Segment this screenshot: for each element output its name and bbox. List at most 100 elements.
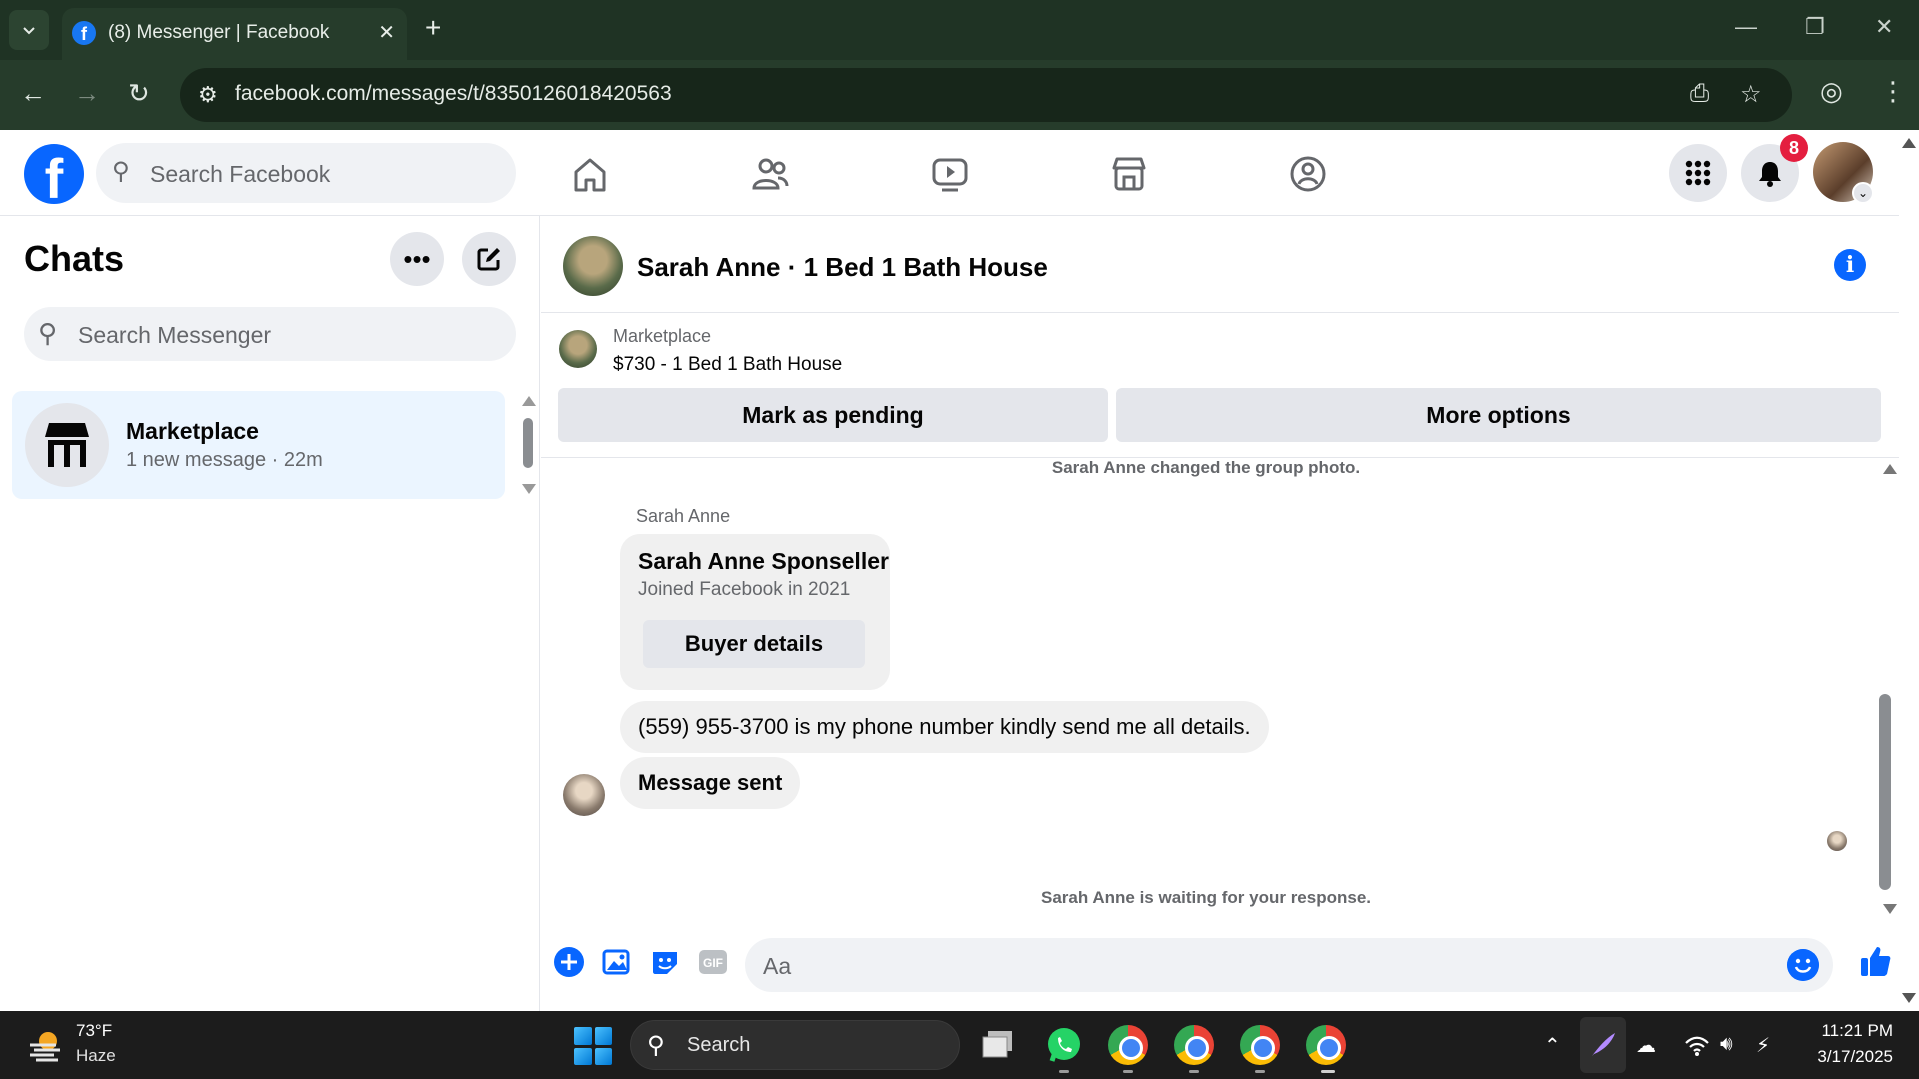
- chrome-running-indicator: [1255, 1070, 1265, 1073]
- windows-taskbar: 73°F Haze ⚲ Search ⌃ ☁ 🔊︎ ⚡︎ 11:21 PM 3/…: [0, 1011, 1919, 1079]
- listing-title[interactable]: $730 - 1 Bed 1 Bath House: [613, 354, 842, 376]
- chat-options-button[interactable]: •••: [390, 232, 444, 286]
- message-bubble[interactable]: (559) 955-3700 is my phone number kindly…: [620, 701, 1269, 753]
- buyer-details-button[interactable]: Buyer details: [643, 620, 865, 668]
- buyer-name: Sarah Anne Sponseller: [638, 548, 889, 574]
- install-app-icon[interactable]: ⎙: [1690, 80, 1709, 108]
- marketplace-store-icon: [45, 423, 89, 467]
- clock-time[interactable]: 11:21 PM: [1815, 1021, 1893, 1041]
- site-settings-icon[interactable]: ⚙: [198, 82, 218, 108]
- chrome-profile-icon[interactable]: [1306, 1025, 1346, 1065]
- page-scroll-down[interactable]: [1902, 993, 1916, 1003]
- messenger-search-placeholder: Search Messenger: [78, 322, 272, 348]
- volume-icon[interactable]: 🔊︎: [1720, 1033, 1733, 1056]
- messenger-search-input[interactable]: ⚲ Search Messenger: [24, 307, 516, 361]
- back-icon[interactable]: ←: [20, 78, 46, 109]
- taskbar-search-input[interactable]: ⚲ Search: [630, 1020, 960, 1070]
- search-icon: ⚲: [38, 318, 58, 348]
- thumbs-up-icon[interactable]: [1859, 944, 1893, 978]
- gif-icon[interactable]: GIF: [697, 946, 729, 978]
- task-view-icon[interactable]: [978, 1025, 1018, 1065]
- message-input-placeholder: Aa: [763, 953, 792, 979]
- more-options-button[interactable]: More options: [1116, 388, 1881, 442]
- taskbar-search-placeholder: Search: [687, 1034, 751, 1056]
- page-scroll-up[interactable]: [1902, 138, 1916, 148]
- haze-weather-icon[interactable]: [26, 1025, 66, 1065]
- browser-tab-bar: f (8) Messenger | Facebook ✕ + — ❐ ✕: [0, 0, 1919, 60]
- friends-icon[interactable]: [748, 152, 792, 196]
- chrome-profile-icon[interactable]: [1174, 1025, 1214, 1065]
- show-hidden-icons-icon[interactable]: ⌃: [1544, 1033, 1561, 1058]
- emoji-icon[interactable]: [1787, 949, 1819, 981]
- chat-list-item[interactable]: Marketplace 1 new message · 22m: [12, 391, 505, 499]
- facebook-search-input[interactable]: ⚲ Search Facebook: [96, 143, 516, 203]
- conversation-header: Sarah Anne · 1 Bed 1 Bath House i: [541, 216, 1899, 313]
- browser-tab[interactable]: f (8) Messenger | Facebook ✕: [62, 8, 407, 60]
- chat-list-scroll-up[interactable]: [522, 396, 536, 406]
- chat-list-scroll-down[interactable]: [522, 484, 536, 494]
- conversation-avatar[interactable]: [563, 236, 623, 296]
- forward-icon[interactable]: →: [74, 78, 100, 109]
- groups-icon[interactable]: [1286, 152, 1330, 196]
- buyer-profile-card: Sarah Anne Sponseller Joined Facebook in…: [620, 534, 890, 690]
- bookmark-star-icon[interactable]: ☆: [1740, 80, 1762, 109]
- listing-label: Marketplace: [613, 326, 712, 346]
- chat-name: Marketplace: [126, 418, 259, 444]
- restore-icon[interactable]: ❐: [1805, 14, 1825, 40]
- reload-icon[interactable]: ↻: [128, 78, 150, 109]
- chrome-running-indicator: [1189, 1070, 1199, 1073]
- chrome-menu-icon[interactable]: ⋮: [1880, 76, 1906, 107]
- conversation-title[interactable]: Sarah Anne · 1 Bed 1 Bath House: [637, 252, 1048, 283]
- chrome-profile-icon[interactable]: [1240, 1025, 1280, 1065]
- chrome-running-indicator: [1123, 1070, 1133, 1073]
- windows-start-icon[interactable]: [574, 1027, 612, 1065]
- marketplace-listing-banner: Marketplace $730 - 1 Bed 1 Bath House Ma…: [541, 314, 1899, 458]
- more-dots-icon: •••: [403, 243, 431, 274]
- thread-scroll-up[interactable]: [1883, 464, 1897, 474]
- weather-condition[interactable]: Haze: [76, 1046, 116, 1066]
- facebook-logo-icon[interactable]: f: [24, 144, 84, 204]
- info-icon[interactable]: i: [1834, 249, 1866, 281]
- chats-title: Chats: [24, 238, 125, 279]
- clock-date[interactable]: 3/17/2025: [1803, 1047, 1893, 1067]
- sender-avatar[interactable]: [563, 774, 605, 816]
- listing-thumbnail[interactable]: [559, 330, 597, 368]
- battery-icon[interactable]: ⚡︎: [1756, 1033, 1770, 1058]
- chat-preview: 1 new message · 22m: [126, 449, 323, 471]
- whatsapp-icon[interactable]: [1044, 1025, 1084, 1065]
- thread-scrollbar[interactable]: [1879, 694, 1891, 890]
- thread-scroll-down[interactable]: [1883, 904, 1897, 914]
- profile-icon[interactable]: ◎: [1820, 76, 1843, 107]
- close-tab-icon[interactable]: ✕: [378, 20, 395, 45]
- message-bubble[interactable]: Message sent: [620, 757, 801, 809]
- wifi-icon[interactable]: [1684, 1035, 1710, 1057]
- marketplace-icon[interactable]: [1107, 152, 1151, 196]
- address-bar[interactable]: ⚙ facebook.com/messages/t/83501260184205…: [180, 68, 1792, 122]
- pen-app-tray-button[interactable]: [1580, 1017, 1626, 1073]
- close-window-icon[interactable]: ✕: [1875, 14, 1893, 40]
- photo-icon[interactable]: [601, 946, 633, 978]
- url-text[interactable]: facebook.com/messages/t/8350126018420563: [235, 82, 672, 106]
- new-message-button[interactable]: [462, 232, 516, 286]
- menu-grid-button[interactable]: [1669, 144, 1727, 202]
- svg-text:GIF: GIF: [703, 956, 723, 970]
- system-message: Sarah Anne changed the group photo.: [1051, 458, 1361, 477]
- plus-circle-icon[interactable]: [553, 946, 585, 978]
- chat-list-scrollbar[interactable]: [523, 418, 533, 468]
- notification-badge: 8: [1780, 134, 1808, 162]
- chats-panel: Chats ••• ⚲ Search Messenger Marketplace…: [0, 216, 540, 1011]
- chrome-icon[interactable]: [1108, 1025, 1148, 1065]
- video-icon[interactable]: [928, 152, 972, 196]
- onedrive-cloud-icon[interactable]: ☁: [1636, 1033, 1656, 1058]
- weather-temperature[interactable]: 73°F: [76, 1021, 112, 1041]
- minimize-icon[interactable]: —: [1735, 14, 1757, 40]
- feather-pen-icon: [1592, 1033, 1615, 1056]
- whatsapp-running-indicator: [1059, 1070, 1069, 1073]
- message-input[interactable]: Aa: [745, 938, 1833, 992]
- home-icon[interactable]: [568, 152, 612, 196]
- mark-as-pending-button[interactable]: Mark as pending: [558, 388, 1108, 442]
- tab-search-button[interactable]: [9, 10, 49, 50]
- sticker-icon[interactable]: [649, 946, 681, 978]
- new-tab-button[interactable]: +: [425, 12, 441, 44]
- account-chevron-icon[interactable]: ⌄: [1852, 182, 1874, 204]
